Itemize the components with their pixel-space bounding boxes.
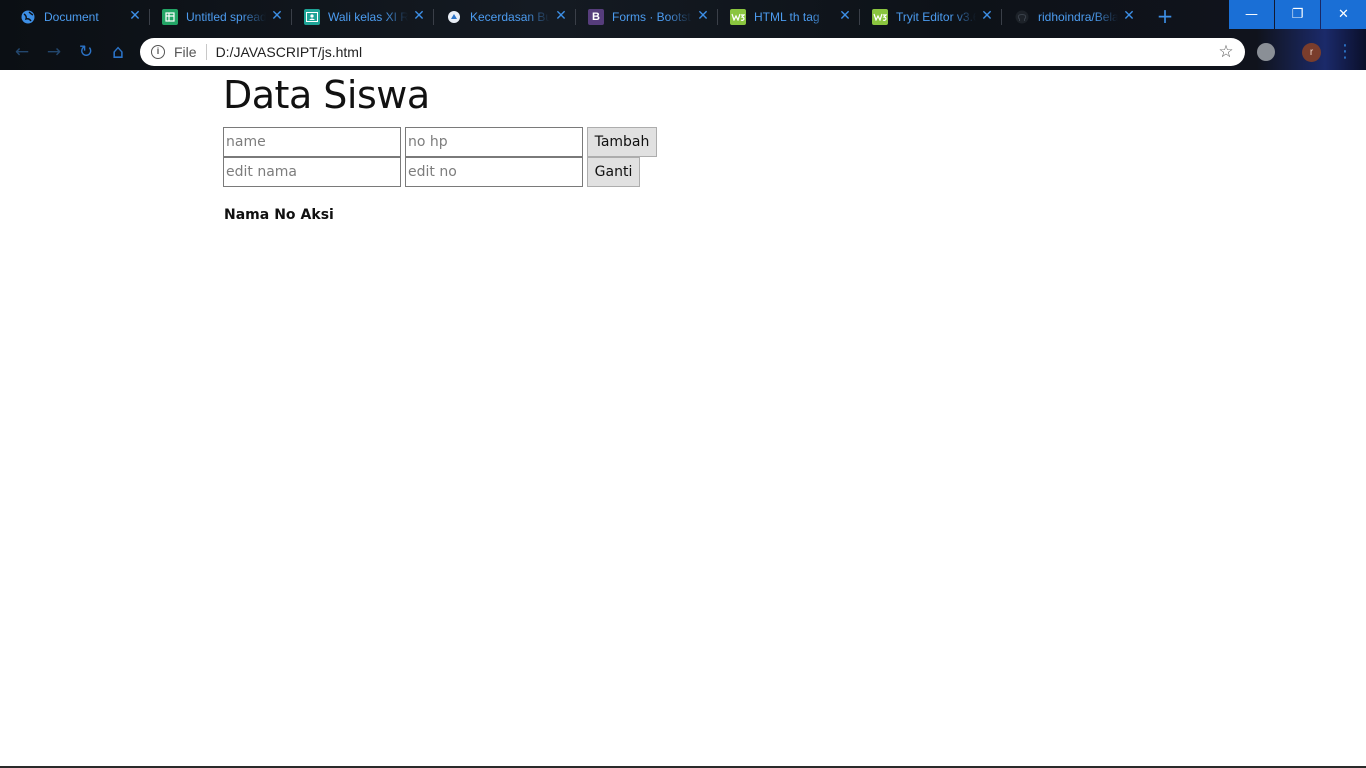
bookmark-star-icon[interactable]: ☆ xyxy=(1217,43,1235,61)
close-tab-icon[interactable]: ✕ xyxy=(554,9,568,23)
tab-title: ridhoindra/Belajar xyxy=(1038,10,1118,24)
tab-strip: Document ✕ Untitled spreadsheet ✕ Wali k… xyxy=(0,0,1228,34)
name-input[interactable] xyxy=(223,127,401,157)
tab-title: Untitled spreadsheet xyxy=(186,10,266,24)
tab-html-th-tag[interactable]: HTML th tag ✕ xyxy=(710,0,860,34)
page-content: Data Siswa Tambah Ganti Nama No Aksi xyxy=(0,70,1366,768)
tab-wali-kelas[interactable]: Wali kelas XI RPL ✕ xyxy=(284,0,434,34)
tab-title: Forms · Bootstrap xyxy=(612,10,692,24)
tab-title: Tryit Editor v3.6 xyxy=(896,10,976,24)
kebab-menu-icon[interactable]: ⋮ xyxy=(1336,42,1354,62)
extension-globe-icon[interactable] xyxy=(1257,43,1275,61)
forward-arrow-icon[interactable]: → xyxy=(44,42,64,62)
tab-document[interactable]: Document ✕ xyxy=(0,0,150,34)
tab-title: Kecerdasan Buatan xyxy=(470,10,550,24)
replace-button[interactable]: Ganti xyxy=(587,157,640,187)
close-tab-icon[interactable]: ✕ xyxy=(1122,9,1136,23)
url-text[interactable]: D:/JAVASCRIPT/js.html xyxy=(216,44,363,60)
close-tab-icon[interactable]: ✕ xyxy=(128,9,142,23)
phone-input[interactable] xyxy=(405,127,583,157)
tab-kecerdasan-buatan[interactable]: Kecerdasan Buatan ✕ xyxy=(426,0,576,34)
close-window-button[interactable]: ✕ xyxy=(1321,0,1366,29)
restore-button[interactable]: ❐ xyxy=(1275,0,1320,29)
tab-forms-bootstrap[interactable]: B Forms · Bootstrap ✕ xyxy=(568,0,718,34)
close-tab-icon[interactable]: ✕ xyxy=(270,9,284,23)
tab-untitled-spreadsheet[interactable]: Untitled spreadsheet ✕ xyxy=(142,0,292,34)
reload-icon[interactable]: ↻ xyxy=(76,42,96,62)
scheme-label: File xyxy=(174,44,197,60)
back-arrow-icon[interactable]: ← xyxy=(12,42,32,62)
info-icon[interactable]: i xyxy=(151,45,165,59)
profile-avatar[interactable]: r xyxy=(1302,43,1321,62)
home-icon[interactable]: ⌂ xyxy=(108,42,128,62)
column-header-action: Aksi xyxy=(300,207,334,223)
table-header: Nama No Aksi xyxy=(224,207,334,223)
browser-toolbar: ← → ↻ ⌂ i File D:/JAVASCRIPT/js.html ☆ r… xyxy=(0,34,1366,70)
address-bar[interactable]: i File D:/JAVASCRIPT/js.html ☆ xyxy=(140,38,1245,66)
new-tab-button[interactable]: + xyxy=(1155,6,1175,26)
close-tab-icon[interactable]: ✕ xyxy=(696,9,710,23)
classroom-icon xyxy=(304,9,320,25)
close-tab-icon[interactable]: ✕ xyxy=(980,9,994,23)
browser-chrome: Document ✕ Untitled spreadsheet ✕ Wali k… xyxy=(0,0,1366,70)
tab-tryit-editor[interactable]: Tryit Editor v3.6 ✕ xyxy=(852,0,1002,34)
edit-name-input[interactable] xyxy=(223,157,401,187)
w3schools-icon xyxy=(872,9,888,25)
kemdikbud-icon xyxy=(446,9,462,25)
page-title: Data Siswa xyxy=(223,73,430,117)
w3schools-icon xyxy=(730,9,746,25)
tab-title: Wali kelas XI RPL xyxy=(328,10,408,24)
column-header-number: No xyxy=(274,207,296,223)
minimize-button[interactable]: — xyxy=(1229,0,1274,29)
close-tab-icon[interactable]: ✕ xyxy=(412,9,426,23)
add-button[interactable]: Tambah xyxy=(587,127,657,157)
column-header-name: Nama xyxy=(224,207,270,223)
edit-phone-input[interactable] xyxy=(405,157,583,187)
tab-title: Document xyxy=(44,10,99,24)
globe-icon xyxy=(20,9,36,25)
tab-github-ridhoindra[interactable]: ridhoindra/Belajar ✕ xyxy=(994,0,1144,34)
tab-title: HTML th tag xyxy=(754,10,820,24)
github-icon xyxy=(1014,9,1030,25)
bootstrap-icon: B xyxy=(588,9,604,25)
close-tab-icon[interactable]: ✕ xyxy=(838,9,852,23)
address-divider xyxy=(205,44,207,60)
sheets-icon xyxy=(162,9,178,25)
